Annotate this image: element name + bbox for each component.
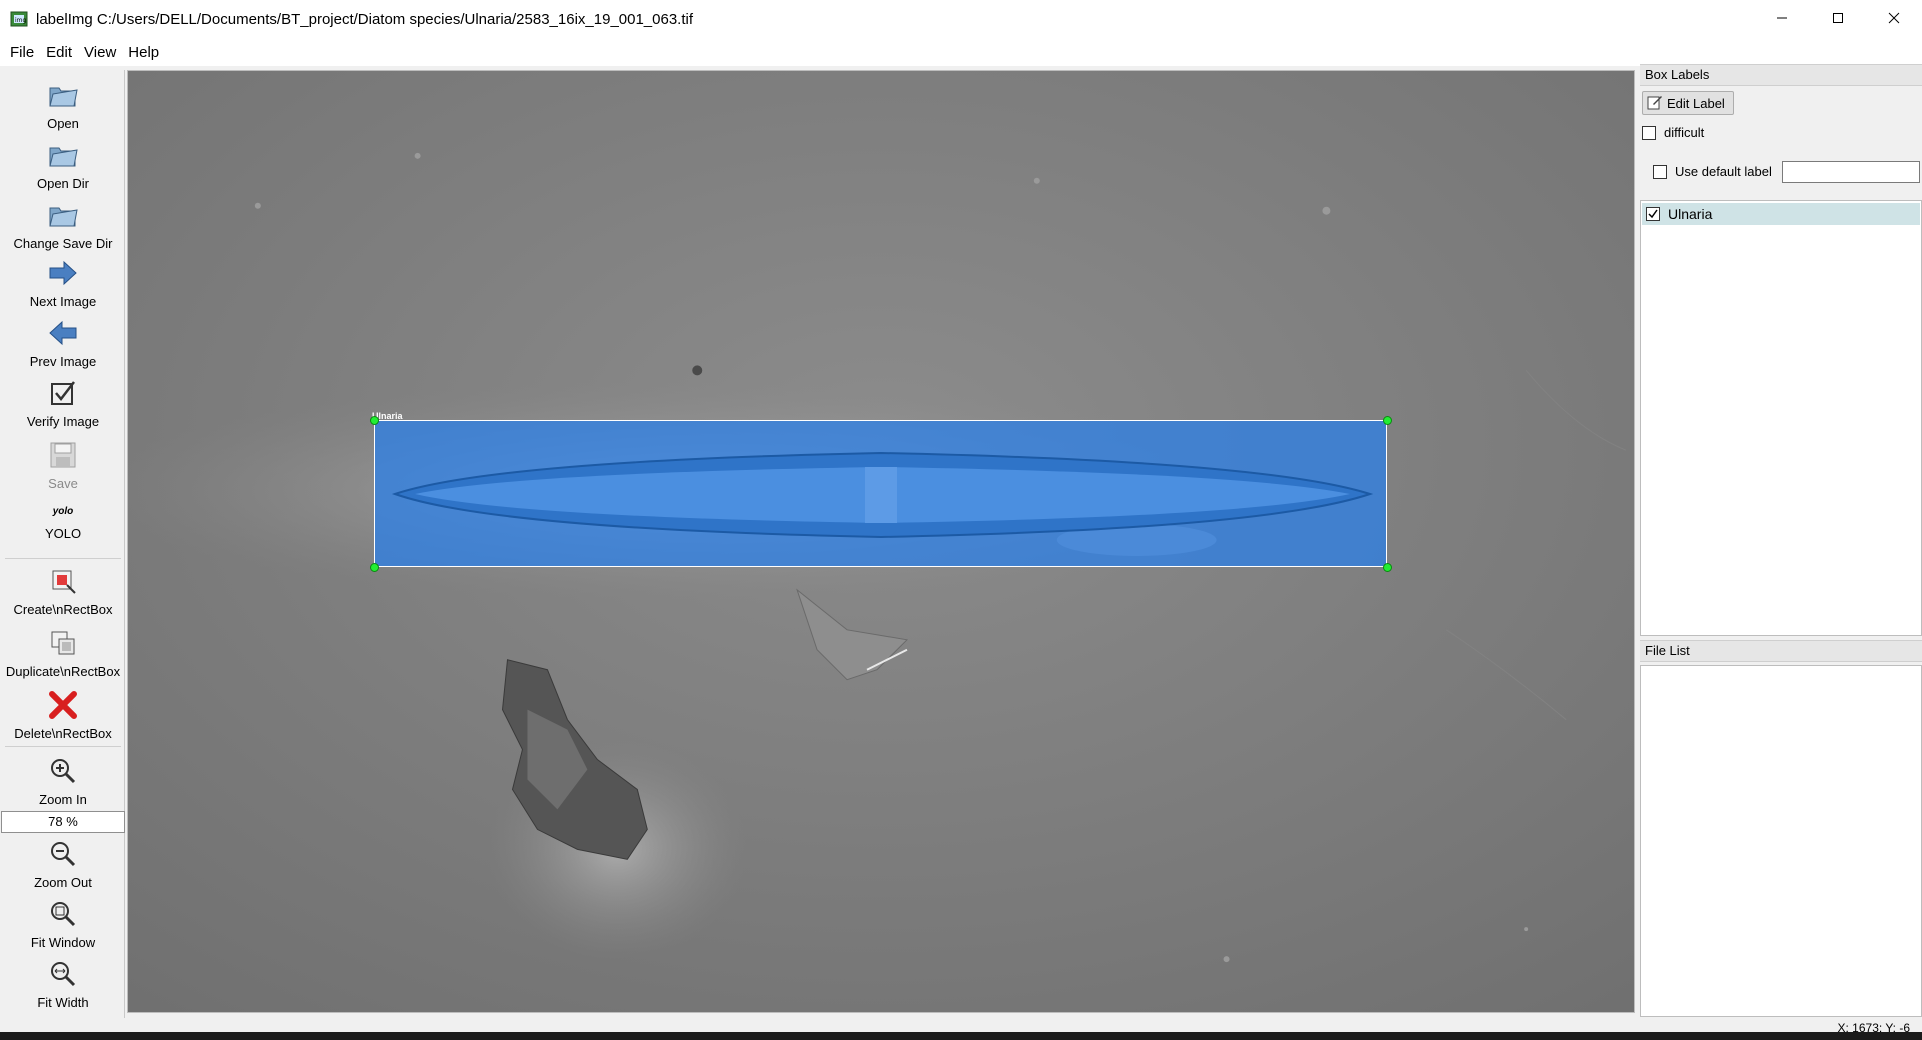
save-icon (46, 438, 80, 472)
use-default-label-checkbox[interactable] (1653, 164, 1667, 179)
duplicate-rectbox-label: Duplicate\nRectBox (5, 664, 121, 679)
open-button[interactable]: Open (1, 78, 125, 131)
box-handle-bottom-right[interactable] (1383, 563, 1392, 572)
default-label-input[interactable] (1782, 161, 1920, 183)
file-list[interactable] (1640, 665, 1922, 1017)
menu-view[interactable]: View (78, 44, 122, 61)
file-list-title: File List (1640, 640, 1922, 662)
prev-image-label: Prev Image (29, 354, 97, 369)
delete-rectbox-label: Delete\nRectBox (14, 726, 112, 741)
check-icon (1648, 209, 1658, 219)
edit-label-button[interactable]: Edit Label (1642, 91, 1734, 115)
yolo-icon: yolo (46, 500, 80, 522)
maximize-button[interactable] (1810, 0, 1866, 38)
fit-window-button[interactable]: Fit Window (1, 897, 125, 950)
open-dir-label: Open Dir (36, 176, 90, 191)
fit-width-icon (46, 957, 80, 991)
menu-help[interactable]: Help (122, 44, 165, 61)
toolbar-separator (5, 558, 121, 559)
fit-width-label: Fit Width (37, 995, 89, 1010)
close-icon (1888, 11, 1900, 27)
status-bar (0, 1018, 1922, 1032)
toolbar-separator (5, 746, 121, 747)
edit-label-text: Edit Label (1667, 95, 1725, 111)
save-button[interactable]: Save (1, 438, 125, 491)
title-bar: img labelImg C:/Users/DELL/Documents/BT_… (0, 0, 1922, 38)
yolo-icon-text: yolo (52, 505, 74, 517)
checkbox-icon (46, 376, 80, 410)
close-button[interactable] (1866, 0, 1922, 38)
right-panel: Box Labels Edit Label difficult Use defa… (1640, 64, 1922, 1018)
next-image-label: Next Image (29, 294, 97, 309)
zoom-value-field[interactable]: 78 % (1, 811, 125, 833)
duplicate-icon (46, 626, 80, 660)
image-canvas[interactable]: Ulnaria (127, 70, 1635, 1013)
bounding-box[interactable] (374, 420, 1387, 567)
verify-image-label: Verify Image (26, 414, 100, 429)
left-toolbar: Open Open Dir Change Save Dir Next Image… (1, 70, 125, 1018)
use-default-label-text: Use default label (1675, 164, 1772, 179)
zoom-out-icon (46, 837, 80, 871)
taskbar (0, 1032, 1922, 1040)
open-dir-button[interactable]: Open Dir (1, 138, 125, 191)
arrow-right-icon (46, 256, 80, 290)
box-handle-bottom-left[interactable] (370, 563, 379, 572)
svg-text:img: img (15, 17, 27, 24)
create-rectbox-label: Create\nRectBox (13, 602, 113, 617)
use-default-label-row: Use default label (1653, 164, 1772, 179)
label-visible-checkbox[interactable] (1646, 207, 1660, 221)
save-label: Save (48, 476, 78, 491)
change-save-dir-button[interactable]: Change Save Dir (1, 198, 125, 251)
difficult-row: difficult (1642, 125, 1704, 140)
folder-icon (46, 78, 80, 112)
arrow-left-icon (46, 316, 80, 350)
maximize-icon (1832, 11, 1844, 27)
delete-rectbox-button[interactable]: Delete\nRectBox (1, 688, 125, 741)
label-name: Ulnaria (1668, 206, 1713, 222)
zoom-out-label: Zoom Out (34, 875, 92, 890)
zoom-in-button[interactable]: Zoom In (1, 754, 125, 807)
menu-file[interactable]: File (4, 44, 40, 61)
window-title: labelImg C:/Users/DELL/Documents/BT_proj… (36, 10, 694, 28)
delete-x-icon (46, 688, 80, 722)
fit-window-label: Fit Window (30, 935, 96, 950)
duplicate-rectbox-button[interactable]: Duplicate\nRectBox (1, 626, 125, 679)
menu-edit[interactable]: Edit (40, 44, 78, 61)
box-labels-title: Box Labels (1640, 64, 1922, 86)
prev-image-button[interactable]: Prev Image (1, 316, 125, 369)
zoom-in-label: Zoom In (39, 792, 87, 807)
next-image-button[interactable]: Next Image (1, 256, 125, 309)
create-rectbox-button[interactable]: Create\nRectBox (1, 564, 125, 617)
verify-image-button[interactable]: Verify Image (1, 376, 125, 429)
label-list[interactable]: Ulnaria (1640, 200, 1922, 636)
change-save-dir-label: Change Save Dir (13, 236, 113, 251)
menu-bar: File Edit View Help (0, 38, 1922, 66)
difficult-checkbox[interactable] (1642, 125, 1656, 140)
format-button[interactable]: yolo YOLO (1, 500, 125, 542)
minimize-icon (1776, 11, 1788, 27)
diatom-shape (391, 451, 1374, 539)
app-icon: img (10, 10, 28, 28)
zoom-out-button[interactable]: Zoom Out (1, 837, 125, 890)
folder-icon (46, 138, 80, 172)
fit-width-button[interactable]: Fit Width (1, 957, 125, 1010)
create-rect-icon (46, 564, 80, 598)
box-handle-top-left[interactable] (370, 416, 379, 425)
box-handle-top-right[interactable] (1383, 416, 1392, 425)
format-label: YOLO (44, 526, 82, 541)
label-list-item[interactable]: Ulnaria (1642, 203, 1920, 225)
fit-window-icon (46, 897, 80, 931)
open-label: Open (47, 116, 79, 131)
edit-icon (1647, 94, 1663, 113)
difficult-label: difficult (1664, 125, 1705, 140)
minimize-button[interactable] (1754, 0, 1810, 38)
zoom-in-icon (46, 754, 80, 788)
folder-icon (46, 198, 80, 232)
